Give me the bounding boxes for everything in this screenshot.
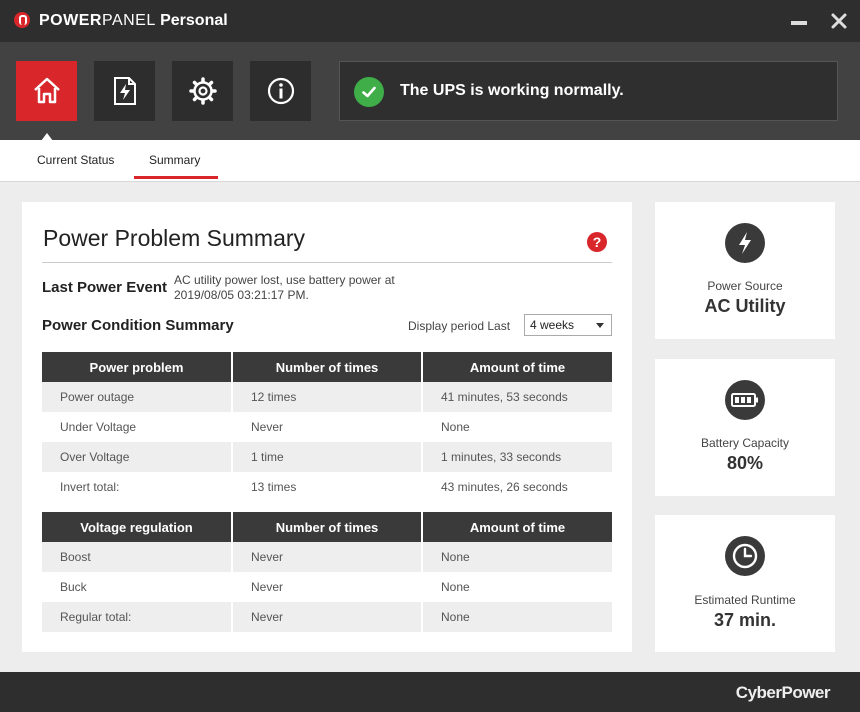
table-cell: Over Voltage <box>42 442 233 472</box>
clock-icon <box>725 536 765 576</box>
table-row: Invert total: 13 times 43 minutes, 26 se… <box>42 472 612 502</box>
table-cell: Never <box>232 572 423 602</box>
table-cell: Never <box>232 602 423 632</box>
table-cell: 1 minutes, 33 seconds <box>422 442 612 472</box>
table-row: Regular total: Never None <box>42 602 612 632</box>
table-cell: 41 minutes, 53 seconds <box>422 382 612 412</box>
gear-icon <box>188 77 217 105</box>
status-banner: The UPS is working normally. <box>339 61 838 121</box>
column-header: Amount of time <box>422 512 612 542</box>
nav-about-button[interactable] <box>250 61 311 121</box>
power-source-card: Power Source AC Utility <box>655 202 835 339</box>
tab-bar: Current Status Summary <box>0 140 860 182</box>
nav-home-button[interactable] <box>16 61 77 141</box>
table-cell: Never <box>232 412 423 442</box>
display-period-label: Display period Last <box>408 319 511 333</box>
close-icon <box>831 13 847 29</box>
footer: CyberPower <box>0 672 860 712</box>
display-period-value: 4 weeks <box>530 318 575 332</box>
table-cell: None <box>422 572 612 602</box>
table-row: Under Voltage Never None <box>42 412 612 442</box>
estimated-runtime-value: 37 min. <box>713 610 777 630</box>
home-icon <box>33 77 60 104</box>
active-tab-indicator <box>134 176 218 179</box>
power-source-value: AC Utility <box>704 296 786 316</box>
table-cell: 13 times <box>232 472 423 502</box>
page-title: Power Problem Summary <box>43 225 306 251</box>
nav-power-button[interactable] <box>94 61 155 121</box>
table-cell: Invert total: <box>42 472 233 502</box>
table-cell: 43 minutes, 26 seconds <box>422 472 612 502</box>
app-title-power: POWER <box>39 12 102 29</box>
table-cell: Under Voltage <box>42 412 233 442</box>
table-cell: 12 times <box>232 382 423 412</box>
power-condition-summary-label: Power Condition Summary <box>42 317 234 334</box>
table-row: Over Voltage 1 time 1 minutes, 33 second… <box>42 442 612 472</box>
power-problem-table: Power problem Number of times Amount of … <box>42 352 612 502</box>
summary-panel: Power Problem Summary ? Last Power Event… <box>22 202 632 652</box>
table-cell: None <box>422 542 612 572</box>
table-header-row: Power problem Number of times Amount of … <box>42 352 612 382</box>
minimize-button[interactable] <box>791 21 807 25</box>
table-cell: Buck <box>42 572 233 602</box>
table-cell: None <box>422 412 612 442</box>
table-cell: Boost <box>42 542 233 572</box>
table-row: Boost Never None <box>42 542 612 572</box>
tab-summary[interactable]: Summary <box>149 153 200 167</box>
table-header-row: Voltage regulation Number of times Amoun… <box>42 512 612 542</box>
voltage-regulation-table: Voltage regulation Number of times Amoun… <box>42 512 612 632</box>
table-row: Power outage 12 times 41 minutes, 53 sec… <box>42 382 612 412</box>
info-icon <box>267 77 294 105</box>
toolbar: The UPS is working normally. <box>0 42 860 141</box>
table-cell: Regular total: <box>42 602 233 632</box>
title-bar: POWERPANEL Personal <box>0 0 860 42</box>
power-file-icon <box>113 77 136 105</box>
estimated-runtime-card: Estimated Runtime 37 min. <box>655 515 835 652</box>
close-button[interactable] <box>828 10 850 32</box>
divider <box>42 262 612 263</box>
battery-capacity-card: Battery Capacity 80% <box>655 359 835 496</box>
column-header: Power problem <box>42 352 233 382</box>
app-title-panel: PANEL <box>101 12 156 29</box>
check-icon <box>354 77 384 107</box>
app-title: POWERPANEL Personal <box>39 12 228 30</box>
table-cell: Power outage <box>42 382 233 412</box>
power-source-label: Power Source <box>707 279 783 293</box>
table-row: Buck Never None <box>42 572 612 602</box>
app-logo-icon <box>14 12 30 28</box>
tab-current-status[interactable]: Current Status <box>37 153 114 167</box>
chevron-down-icon <box>596 323 604 328</box>
table-cell: 1 time <box>232 442 423 472</box>
column-header: Number of times <box>232 352 423 382</box>
nav-settings-button[interactable] <box>172 61 233 121</box>
app-title-edition: Personal <box>160 12 228 29</box>
table-cell: Never <box>232 542 423 572</box>
column-header: Voltage regulation <box>42 512 233 542</box>
help-icon[interactable]: ? <box>587 232 607 252</box>
status-message: The UPS is working normally. <box>400 82 624 99</box>
lightning-icon <box>725 223 765 263</box>
battery-capacity-value: 80% <box>726 453 764 473</box>
battery-icon <box>725 380 765 420</box>
column-header: Amount of time <box>422 352 612 382</box>
column-header: Number of times <box>232 512 423 542</box>
brand-logo: CyberPower <box>735 683 831 702</box>
table-cell: None <box>422 602 612 632</box>
last-power-event-label: Last Power Event <box>42 279 168 296</box>
battery-capacity-label: Battery Capacity <box>700 436 790 450</box>
last-power-event-value: AC utility power lost, use battery power… <box>174 273 395 302</box>
display-period-select[interactable]: 4 weeks <box>524 314 612 336</box>
estimated-runtime-label: Estimated Runtime <box>694 593 796 607</box>
